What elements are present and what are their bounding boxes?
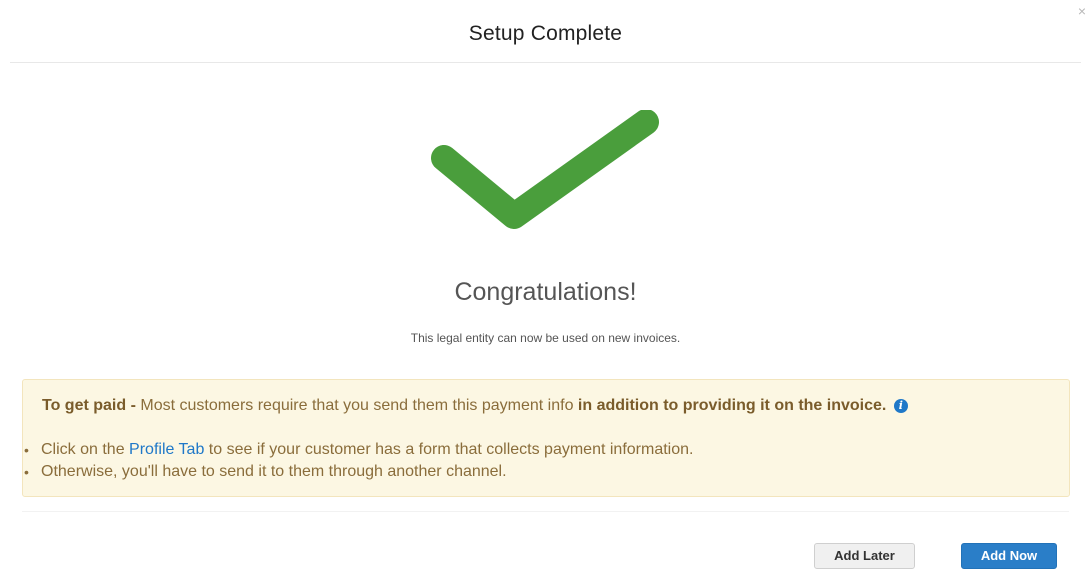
info-icon[interactable]: i (893, 399, 908, 413)
success-checkmark (428, 109, 660, 230)
notice-list: • Click on the Profile Tab to see if you… (24, 439, 694, 483)
payment-info-notice: To get paid - Most customers require tha… (22, 379, 1070, 497)
close-icon[interactable]: × (1078, 4, 1086, 18)
profile-tab-link[interactable]: Profile Tab (129, 441, 204, 458)
notice-lead-text: Most customers require that you send the… (135, 397, 578, 414)
list-item: • Otherwise, you'll have to send it to t… (24, 461, 693, 483)
bullet-icon: • (24, 442, 29, 458)
list-item-suffix: to see if your customer has a form that … (204, 441, 694, 458)
congratulations-heading: Congratulations! (454, 278, 637, 306)
list-item: • Click on the Profile Tab to see if you… (24, 439, 694, 461)
checkmark-icon (431, 109, 659, 229)
footer-divider (22, 511, 1069, 512)
header-divider (10, 62, 1081, 63)
success-message: This legal entity can now be used on new… (410, 331, 681, 345)
notice-lead-bold: To get paid - (42, 397, 136, 414)
notice-lead-bold-2: in addition to providing it on the invoi… (577, 397, 887, 414)
add-now-button[interactable]: Add Now (961, 543, 1057, 569)
list-item-text: Otherwise, you'll have to send it to the… (41, 463, 507, 480)
list-item-prefix: Click on the (41, 441, 130, 458)
notice-intro: To get paid - Most customers require tha… (42, 395, 1052, 417)
add-later-button[interactable]: Add Later (814, 543, 915, 569)
modal-title: Setup Complete (468, 22, 623, 45)
bullet-icon: • (24, 464, 29, 480)
